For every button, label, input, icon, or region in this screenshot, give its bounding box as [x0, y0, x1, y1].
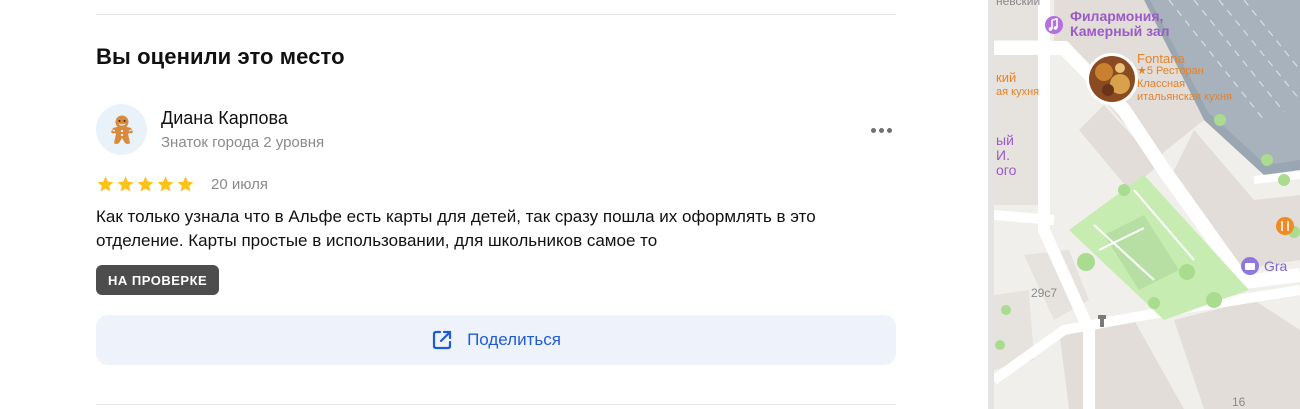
left-poi-line1: кий [996, 70, 1017, 85]
restaurant-cuisine-2: итальянская кухня [1137, 91, 1233, 103]
restaurant-rating: ★5 Ресторан [1137, 65, 1204, 77]
map-label-left-street: ый И. ого [996, 133, 1016, 178]
share-icon [432, 330, 452, 350]
section-title: Вы оценили это место [96, 44, 345, 69]
map-label-building-number: 29с7 [1031, 286, 1058, 300]
map-label-restaurant[interactable]: Fontana ★5 Ресторан Классная итальянская… [1137, 52, 1232, 104]
map-label-gra[interactable]: Gra [1264, 258, 1287, 274]
star-icon [177, 176, 194, 192]
map-label-top-left: невский [996, 0, 1041, 8]
star-icon [157, 176, 174, 192]
philharmonia-line1: Филармония, [1070, 8, 1164, 24]
rating-stars [96, 175, 195, 194]
top-divider [96, 14, 896, 15]
author-level: Знаток города 2 уровня [161, 134, 325, 151]
star-icon [97, 176, 114, 192]
avatar[interactable] [96, 104, 147, 155]
author-name[interactable]: Диана Карпова [161, 108, 288, 129]
star-icon [137, 176, 154, 192]
map-label-philharmonia[interactable]: Филармония, Камерный зал [1070, 9, 1170, 39]
gingerbread-man-icon [110, 115, 133, 144]
share-button[interactable]: Поделиться [96, 315, 896, 365]
left-street-line2: И. [996, 147, 1010, 163]
star-icon [117, 176, 134, 192]
share-label: Поделиться [467, 330, 561, 349]
bottom-divider [96, 404, 896, 405]
more-dot [886, 127, 892, 133]
map-label-bottom-number: 16 [1232, 395, 1246, 409]
status-badge: НА ПРОВЕРКЕ [96, 265, 220, 295]
more-options-button[interactable] [866, 118, 896, 142]
review-text: Как только узнала что в Альфе есть карты… [96, 207, 816, 250]
more-dot [878, 127, 884, 133]
map[interactable]: невский Филармония, Камерный зал Fontana… [994, 0, 1300, 409]
left-street-line1: ый [996, 132, 1014, 148]
map-label-left-poi: кий ая кухня [996, 70, 1039, 100]
restaurant-cuisine-1: Классная [1137, 78, 1186, 90]
left-poi-line2: ая кухня [996, 86, 1040, 98]
more-dots-icon [870, 127, 876, 133]
review-date: 20 июля [211, 176, 269, 193]
left-street-line3: ого [996, 162, 1017, 178]
philharmonia-line2: Камерный зал [1070, 23, 1170, 39]
restaurant-name: Fontana [1137, 51, 1185, 66]
